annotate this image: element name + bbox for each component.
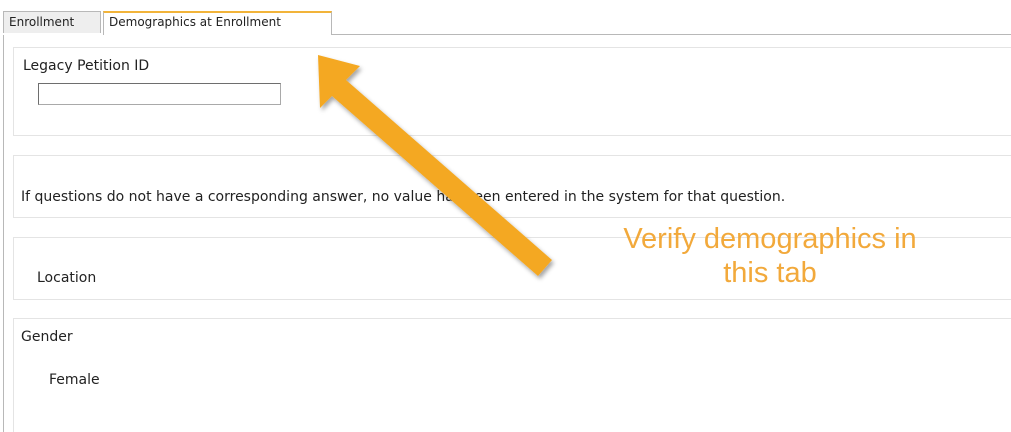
tab-demographics-label: Demographics at Enrollment <box>109 15 281 29</box>
note-panel: If questions do not have a corresponding… <box>13 155 1011 218</box>
tab-enrollment[interactable]: Enrollment <box>3 11 101 33</box>
tab-enrollment-label: Enrollment <box>9 15 75 29</box>
callout-annotation: Verify demographics in this tab <box>623 223 917 289</box>
legacy-petition-input[interactable] <box>38 83 281 105</box>
no-answer-note: If questions do not have a corresponding… <box>21 189 786 205</box>
gender-panel: Gender Female <box>13 318 1011 432</box>
tab-underline-divider <box>332 34 1011 35</box>
gender-value: Female <box>49 372 100 388</box>
location-label: Location <box>37 270 97 286</box>
tab-demographics-at-enrollment[interactable]: Demographics at Enrollment <box>103 11 332 35</box>
legacy-petition-label: Legacy Petition ID <box>23 58 150 74</box>
gender-label: Gender <box>21 329 73 345</box>
legacy-petition-panel: Legacy Petition ID <box>13 47 1011 136</box>
tab-bar: Enrollment Demographics at Enrollment <box>0 11 1011 35</box>
content-left-border <box>3 35 4 432</box>
